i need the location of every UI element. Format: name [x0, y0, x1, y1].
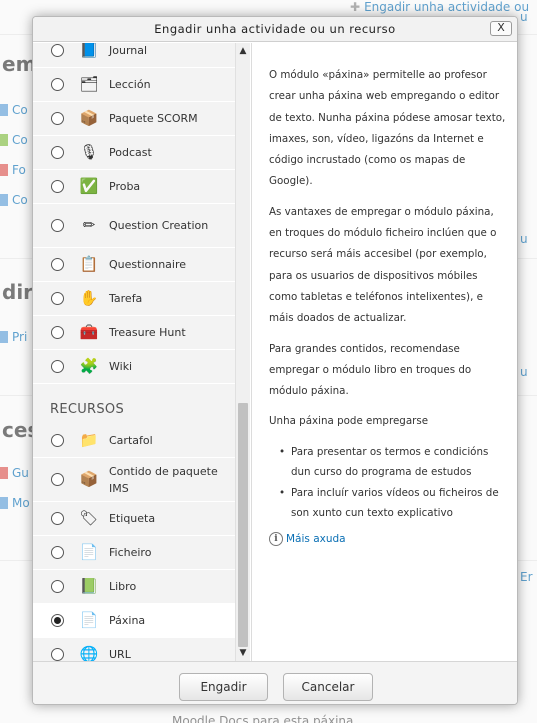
module-option-etiqueta[interactable]: 🏷 Etiqueta: [33, 502, 235, 536]
ims-package-icon: 📦: [79, 470, 99, 488]
add-button[interactable]: Engadir: [179, 673, 268, 701]
module-label: Treasure Hunt: [109, 326, 186, 339]
help-bullet: Para incluír varios vídeos ou ficheiros …: [277, 483, 506, 524]
label-tag-icon: 🏷: [79, 509, 99, 527]
module-list: 📘 Journal 🗂 Lección 📦 Paquete SCORM 🎙 Podcast ✅ P…: [33, 43, 235, 661]
module-option-treasure-hunt[interactable]: 🧰 Treasure Hunt: [33, 316, 235, 350]
module-radio[interactable]: [51, 258, 64, 271]
module-radio[interactable]: [51, 512, 64, 525]
help-paragraph: As vantaxes de empregar o módulo páxina,…: [269, 205, 497, 325]
module-option-paquete-scorm[interactable]: 📦 Paquete SCORM: [33, 102, 235, 136]
scroll-down-arrow-icon[interactable]: ▼: [236, 647, 250, 659]
help-paragraph: Unha páxina pode empregarse: [269, 415, 429, 428]
dialog-footer: Engadir Cancelar: [33, 661, 517, 704]
help-bullet-list: Para presentar os termos e condicións du…: [277, 442, 506, 524]
more-help-link[interactable]: i Máis axuda: [269, 531, 506, 546]
more-help-label: Máis axuda: [286, 532, 346, 545]
microphone-icon: 🎙: [79, 143, 99, 161]
module-option-journal[interactable]: 📘 Journal: [33, 43, 235, 68]
module-label: URL: [109, 648, 131, 661]
journal-icon: 📘: [79, 43, 99, 59]
module-radio[interactable]: [51, 473, 64, 486]
module-help-pane: O módulo «páxina» permitelle ao profesor…: [251, 43, 517, 661]
scorm-package-icon: 📦: [79, 109, 99, 127]
wiki-icon: 🧩: [79, 357, 99, 375]
module-radio[interactable]: [51, 326, 64, 339]
info-icon: i: [269, 531, 283, 546]
help-paragraph: Para grandes contidos, recomendase empre…: [269, 342, 472, 398]
module-option-paxina[interactable]: 📄 Páxina: [33, 604, 235, 638]
treasure-chest-icon: 🧰: [79, 323, 99, 341]
module-label: Lección: [109, 78, 151, 91]
module-label: Wiki: [109, 360, 133, 373]
module-option-tarefa[interactable]: ✋ Tarefa: [33, 282, 235, 316]
help-bullet: Para presentar os termos e condicións du…: [277, 442, 506, 483]
page-icon: 📄: [79, 611, 99, 629]
module-list-scrollbar[interactable]: ▲ ▼: [235, 43, 250, 661]
module-label: Ficheiro: [109, 546, 152, 559]
url-globe-icon: 🌐: [79, 645, 99, 662]
module-list-pane[interactable]: 📘 Journal 🗂 Lección 📦 Paquete SCORM 🎙 Podcast ✅ P…: [33, 43, 235, 661]
module-radio[interactable]: [51, 648, 64, 661]
module-option-contido-de-paquete-ims[interactable]: 📦 Contido de paquete IMS: [33, 458, 235, 502]
module-radio[interactable]: [51, 180, 64, 193]
module-radio[interactable]: [51, 44, 64, 57]
dialog-title: Engadir unha actividade ou un recurso: [154, 22, 396, 36]
module-radio[interactable]: [51, 580, 64, 593]
lesson-icon: 🗂: [79, 75, 99, 93]
module-option-questionnaire[interactable]: 📋 Questionnaire: [33, 248, 235, 282]
module-option-podcast[interactable]: 🎙 Podcast: [33, 136, 235, 170]
scrollbar-thumb[interactable]: [238, 403, 248, 647]
module-label: Etiqueta: [109, 512, 156, 525]
resources-heading-label: RECURSOS: [50, 402, 125, 417]
module-option-leccion[interactable]: 🗂 Lección: [33, 68, 235, 102]
close-button[interactable]: X: [490, 21, 512, 36]
scroll-up-arrow-icon[interactable]: ▲: [236, 45, 250, 57]
module-option-question-creation[interactable]: ✏ Question Creation: [33, 204, 235, 248]
module-label: Cartafol: [109, 434, 153, 447]
module-radio[interactable]: [51, 292, 64, 305]
module-radio[interactable]: [51, 434, 64, 447]
module-option-url[interactable]: 🌐 URL: [33, 638, 235, 661]
module-option-libro[interactable]: 📗 Libro: [33, 570, 235, 604]
assignment-hand-icon: ✋: [79, 289, 99, 307]
dialog-header: Engadir unha actividade ou un recurso X: [33, 17, 517, 42]
module-option-cartafol[interactable]: 📁 Cartafol: [33, 424, 235, 458]
resources-section-heading: RECURSOS: [33, 384, 235, 424]
module-radio[interactable]: [51, 112, 64, 125]
module-option-proba[interactable]: ✅ Proba: [33, 170, 235, 204]
module-radio[interactable]: [51, 360, 64, 373]
module-radio[interactable]: [51, 546, 64, 559]
questionnaire-icon: 📋: [79, 255, 99, 273]
quiz-icon: ✅: [79, 177, 99, 195]
cancel-button[interactable]: Cancelar: [283, 673, 373, 701]
module-label: Questionnaire: [109, 258, 187, 271]
module-label: Paquete SCORM: [109, 112, 198, 125]
module-label: Question Creation: [109, 219, 209, 232]
module-label: Contido de paquete IMS: [109, 464, 218, 495]
question-creation-icon: ✏: [82, 216, 96, 234]
module-label: Podcast: [109, 146, 152, 159]
book-icon: 📗: [79, 577, 99, 595]
module-label: Journal: [109, 44, 148, 57]
module-label: Proba: [109, 180, 141, 193]
file-icon: 📄: [79, 543, 99, 561]
module-radio[interactable]: [51, 219, 64, 232]
module-radio[interactable]: [51, 146, 64, 159]
module-option-wiki[interactable]: 🧩 Wiki: [33, 350, 235, 384]
module-radio[interactable]: [51, 614, 64, 627]
folder-icon: 📁: [79, 431, 99, 449]
help-paragraph: O módulo «páxina» permitelle ao profesor…: [269, 69, 506, 188]
module-label: Páxina: [109, 614, 146, 627]
module-option-ficheiro[interactable]: 📄 Ficheiro: [33, 536, 235, 570]
module-label: Libro: [109, 580, 137, 593]
module-label: Tarefa: [109, 292, 143, 305]
add-activity-dialog: Engadir unha actividade ou un recurso X …: [32, 16, 518, 705]
module-radio[interactable]: [51, 78, 64, 91]
